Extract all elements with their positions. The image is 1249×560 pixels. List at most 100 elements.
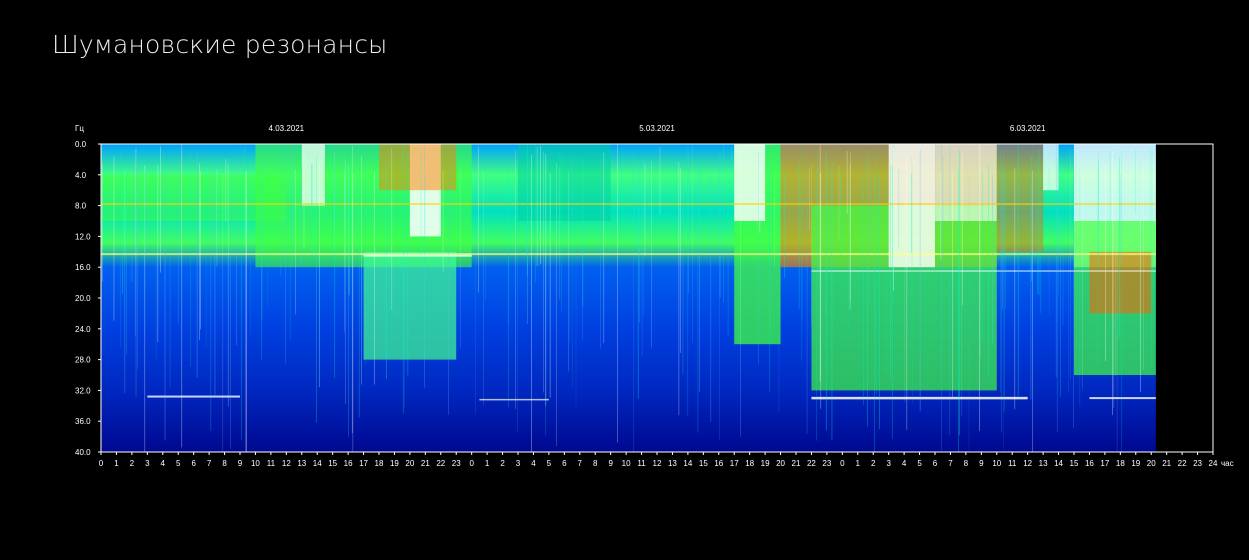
x-tick-label: 10 (622, 459, 631, 468)
x-tick-label: 5 (547, 459, 552, 468)
x-tick-label: 10 (992, 459, 1001, 468)
y-tick-label: 28.0 (75, 356, 91, 365)
x-tick-label: 7 (948, 459, 953, 468)
x-tick-label: 0 (469, 459, 474, 468)
y-tick-label: 32.0 (75, 386, 91, 395)
x-tick-label: 19 (761, 459, 770, 468)
x-tick-label: 4 (531, 459, 536, 468)
x-tick-label: 4 (902, 459, 907, 468)
x-tick-label: 14 (683, 459, 692, 468)
resonance-band (147, 395, 240, 398)
y-tick-label: 12.0 (75, 232, 91, 241)
x-tick-label: 3 (145, 459, 150, 468)
x-tick-label: 21 (1162, 459, 1171, 468)
x-tick-label: 11 (1008, 459, 1017, 468)
y-tick-label: 4.0 (75, 171, 87, 180)
x-tick-label: 9 (979, 459, 984, 468)
x-tick-label: 14 (1054, 459, 1063, 468)
x-tick-label: 10 (251, 459, 260, 468)
resonance-band (479, 398, 549, 401)
date-label: 4.03.2021 (269, 124, 305, 133)
x-tick-label: 9 (238, 459, 243, 468)
resonance-band (363, 254, 472, 257)
x-tick-label: 13 (1039, 459, 1048, 468)
x-tick-label: 14 (313, 459, 322, 468)
x-tick-label: 21 (421, 459, 430, 468)
x-tick-label: 20 (1147, 459, 1156, 468)
x-tick-label: 18 (375, 459, 384, 468)
x-tick-label: 19 (390, 459, 399, 468)
y-tick-label: 20.0 (75, 294, 91, 303)
x-tick-label: 9 (608, 459, 613, 468)
x-tick-label: 18 (745, 459, 754, 468)
x-tick-label: 17 (1100, 459, 1109, 468)
x-tick-label: 15 (699, 459, 708, 468)
x-tick-label: 11 (637, 459, 646, 468)
intensity-region (935, 144, 997, 221)
resonance-band (1089, 397, 1156, 400)
x-tick-label: 6 (562, 459, 567, 468)
x-tick-label: 1 (485, 459, 490, 468)
x-tick-label: 22 (807, 459, 816, 468)
y-tick-label: 24.0 (75, 325, 91, 334)
x-tick-label: 8 (222, 459, 227, 468)
x-tick-label: 13 (668, 459, 677, 468)
x-tick-label: 19 (1131, 459, 1140, 468)
x-tick-label: 6 (191, 459, 196, 468)
intensity-region (379, 144, 457, 191)
x-tick-label: 17 (730, 459, 739, 468)
y-tick-label: 36.0 (75, 417, 91, 426)
x-tick-label: 5 (917, 459, 922, 468)
x-tick-label: 8 (593, 459, 598, 468)
x-tick-label: 0 (840, 459, 845, 468)
x-tick-label: 12 (282, 459, 291, 468)
x-tick-label: 4 (161, 459, 166, 468)
y-tick-label: 40.0 (75, 448, 91, 457)
x-tick-label: 22 (1178, 459, 1187, 468)
x-tick-label: 2 (871, 459, 876, 468)
x-tick-label: 21 (792, 459, 801, 468)
intensity-region (363, 251, 457, 360)
x-tick-label: 2 (130, 459, 135, 468)
x-tick-label: 5 (176, 459, 181, 468)
x-tick-label: 6 (933, 459, 938, 468)
x-tick-label: 20 (776, 459, 785, 468)
x-tick-label: 16 (344, 459, 353, 468)
x-tick-label: 7 (207, 459, 212, 468)
x-tick-label: 1 (114, 459, 119, 468)
x-tick-label: 23 (1193, 459, 1202, 468)
x-tick-label: 18 (1116, 459, 1125, 468)
x-tick-label: 2 (500, 459, 505, 468)
x-tick-label: 13 (297, 459, 306, 468)
x-tick-label: 22 (436, 459, 445, 468)
x-tick-label: 0 (99, 459, 104, 468)
spectrogram-chart: Гц час 0.0 4.0 8.0 12.0 16.0 20.0 24.0 28.0 32.0… (75, 124, 1234, 468)
resonance-band (811, 270, 1156, 272)
x-tick-label: 16 (714, 459, 723, 468)
resonance-band (101, 253, 1156, 256)
resonance-band (101, 203, 1156, 206)
x-tick-label: 1 (856, 459, 861, 468)
x-tick-label: 15 (1070, 459, 1079, 468)
x-tick-label: 12 (653, 459, 662, 468)
y-tick-label: 8.0 (75, 202, 87, 211)
x-tick-label: 12 (1023, 459, 1032, 468)
x-tick-label: 11 (267, 459, 276, 468)
x-tick-label: 7 (578, 459, 583, 468)
intensity-region (301, 144, 325, 206)
x-tick-label: 3 (886, 459, 891, 468)
intensity-region (518, 144, 611, 221)
x-tick-label: 20 (405, 459, 414, 468)
x-tick-label: 15 (328, 459, 337, 468)
intensity-region (734, 144, 766, 221)
plot-area (100, 143, 1214, 453)
x-tick-label: 17 (359, 459, 368, 468)
x-tick-label: 23 (822, 459, 831, 468)
x-tick-label: 16 (1085, 459, 1094, 468)
y-axis-label: Гц (75, 124, 84, 133)
y-tick-label: 16.0 (75, 263, 91, 272)
x-axis-label: час (1221, 459, 1234, 468)
resonance-band (811, 396, 1028, 400)
x-tick-label: 8 (964, 459, 969, 468)
x-tick-label: 24 (1209, 459, 1218, 468)
